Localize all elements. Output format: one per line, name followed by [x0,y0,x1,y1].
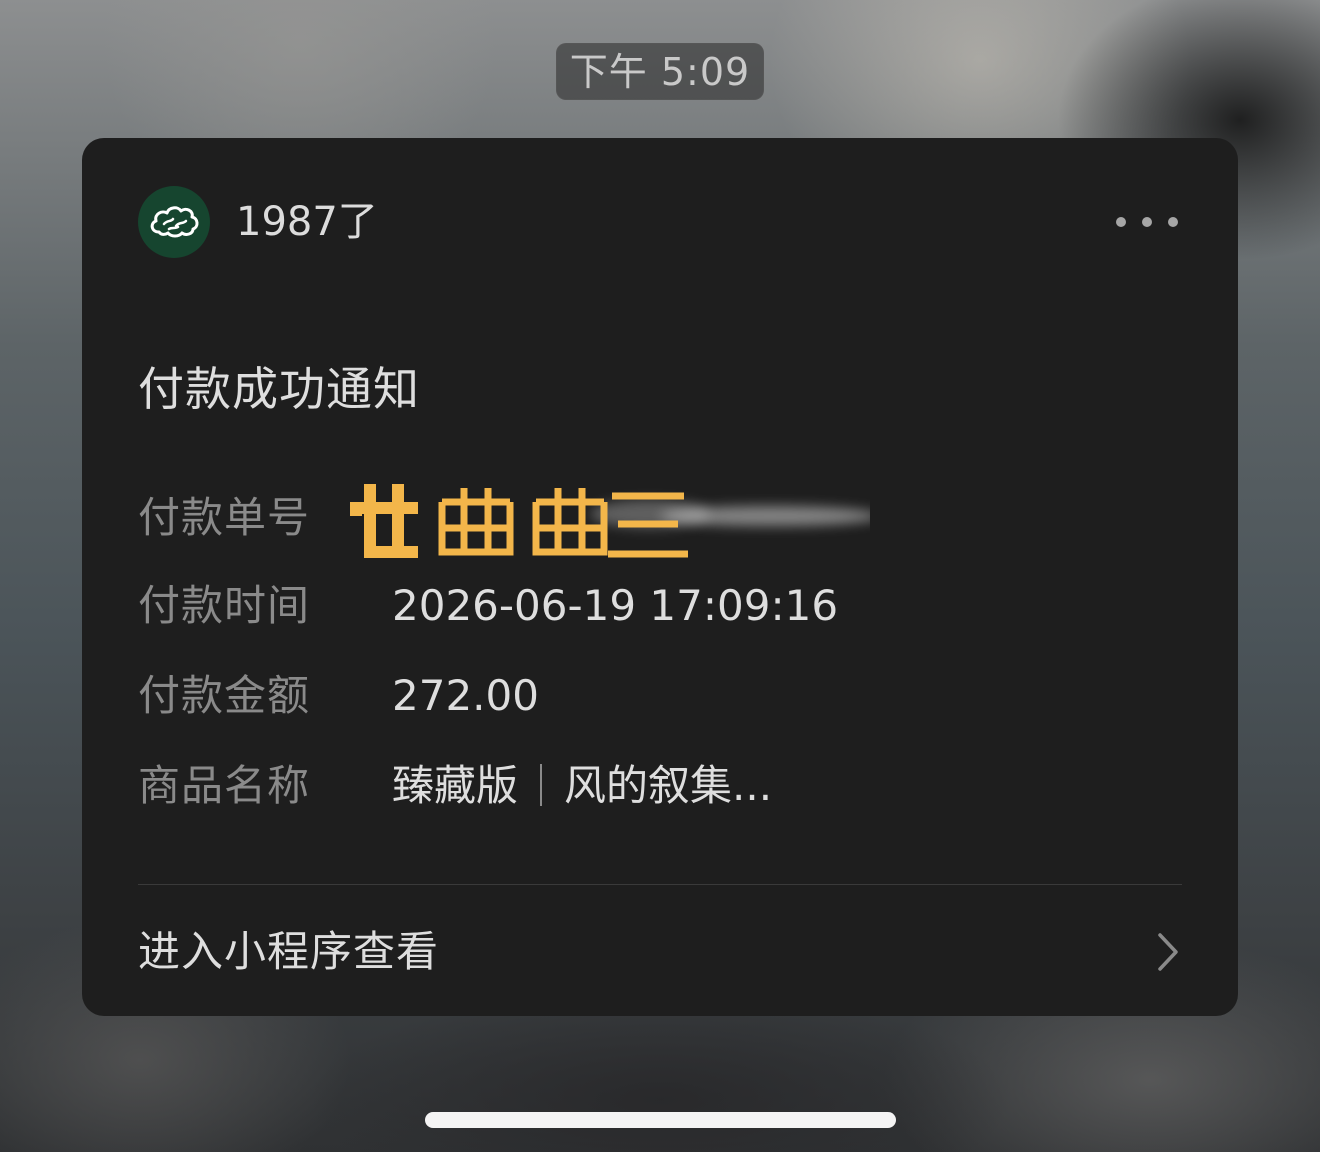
product-name-value: 臻藏版 风的叙集... [392,756,772,816]
account-name[interactable]: 1987了 [236,194,378,250]
more-dots-icon [1116,217,1126,227]
product-name-separator [540,763,543,806]
payment-time-row: 付款时间 2026-06-19 17:09:16 [138,576,1138,636]
product-title: 风的叙集... [564,761,773,810]
payment-time-value: 2026-06-19 17:09:16 [392,581,839,630]
payment-amount-row: 付款金额 272.00 [138,666,1138,726]
order-number-label: 付款单号 [138,493,311,542]
message-timestamp: 下午 5:09 [556,43,764,100]
notification-title: 付款成功通知 [138,362,420,416]
redacted-order-number [350,484,870,558]
payment-time-label: 付款时间 [138,581,311,630]
payment-amount-value: 272.00 [392,671,539,720]
home-indicator[interactable] [425,1112,896,1128]
payment-amount-label: 付款金额 [138,671,311,720]
cloud-logo-icon [150,206,199,238]
product-name-label: 商品名称 [138,761,311,810]
open-mini-program-label: 进入小程序查看 [138,927,440,976]
more-options-button[interactable] [1112,204,1182,240]
card-divider [138,884,1182,885]
order-number-row: 付款单号 [138,484,1138,558]
product-edition: 臻藏版 [392,761,519,810]
chevron-right-icon [1158,933,1178,971]
payment-notification-card[interactable]: 1987了 付款成功通知 付款单号 付款时间 2026-06-19 17:09:… [82,138,1238,1016]
product-name-row: 商品名称 臻藏版 风的叙集... [138,756,1138,816]
account-avatar[interactable] [138,186,210,258]
open-mini-program-link[interactable]: 进入小程序查看 [138,920,1182,984]
